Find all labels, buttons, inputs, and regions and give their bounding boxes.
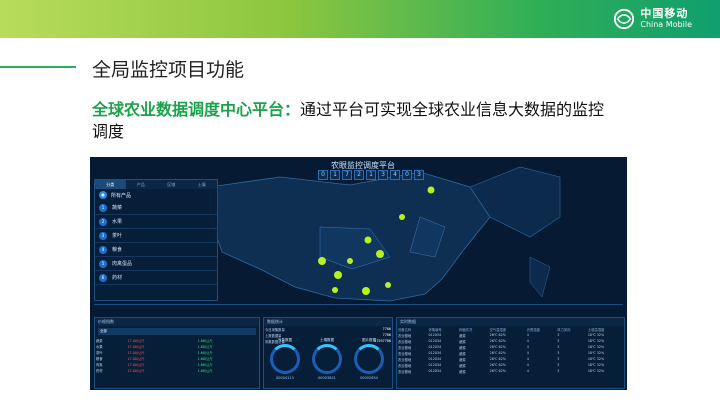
table-row: 药材 17.00/公斤 1.68/公斤 [95,367,259,373]
map-marker[interactable] [376,250,384,258]
counter-digit: 2 [354,170,364,180]
realtime-panel: 实时数据 设备名称 采集编号 种植情况 空气温湿度 光照强度 风力风向 土壤温湿… [396,317,625,389]
map-marker[interactable] [364,236,372,244]
china-mobile-logo: 中国移动 China Mobile [613,6,692,32]
counter-digits: 0 1 7 2 1 3 4 0 3 [318,170,424,180]
price-value: 1.68/公斤 [197,368,213,373]
category-label: 药材 [112,275,123,281]
map-marker[interactable] [318,257,326,265]
title-accent-line [0,66,76,68]
brand-name-en: China Mobile [640,20,692,29]
map-marker[interactable] [347,258,353,264]
category-label: 茶叶 [112,233,123,239]
realtime-table: 设备名称 采集编号 种植情况 空气温湿度 光照强度 风力风向 土壤温湿度 农业基… [397,326,624,374]
price-name: 药材 [96,368,103,373]
category-number: 6 [99,273,107,282]
tab-product[interactable]: 产品 [126,180,157,189]
gauge-dial [312,344,342,374]
map-marker[interactable] [362,287,370,295]
category-panel: 分类 产品 区域 土壤 ● 所有产品 1 蔬菜 2 水果 3 茶叶 4 粮食 5… [94,179,218,301]
page-title: 全局监控项目功能 [92,59,245,81]
counter-digit: 3 [414,170,424,180]
table-cell: 4 [526,369,529,373]
counter-digit: 3 [378,170,388,180]
gauge-value: 00002654 [360,376,378,380]
category-item[interactable]: 3 茶叶 [95,229,217,243]
tab-region[interactable]: 区域 [156,180,187,189]
counter-digit: 1 [330,170,340,180]
category-item[interactable]: 6 药材 [95,271,217,285]
price-table: 蔬菜 17.00/公斤 1.68/公斤 水果 17.00/公斤 1.68/公斤 茶叶 17… [95,337,259,373]
map-marker[interactable] [385,282,391,288]
table-cell: 3 [557,369,560,373]
table-cell: 012034 [428,369,442,373]
category-item[interactable]: 2 水果 [95,215,217,229]
category-item[interactable]: 1 蔬菜 [95,201,217,215]
stats-panel: 数据统计 今日采集数量 7786 上报数据量 7786 采集数据总量 37597786… [263,317,393,389]
gauge-label: 土壤数据 [320,338,334,342]
realtime-title: 实时数据 [397,318,624,326]
table-row: 农业基地 012034 蔬菜 26℃ 62% 4 3 18℃ 32% [397,368,624,374]
category-number: 2 [99,217,107,226]
map-marker[interactable] [427,186,435,194]
all-products-icon: ● [99,191,107,199]
subtitle-highlight: 全球农业数据调度中心平台： [92,100,301,119]
gauge-label: 图片数据 [362,338,376,342]
category-tabs: 分类 产品 区域 土壤 [95,180,217,189]
map-marker[interactable] [332,287,338,293]
table-cell: 26℃ 62% [489,369,506,373]
counter-digit: 0 [318,170,328,180]
gauge-value: 00004113 [276,376,294,380]
brand-name-cn: 中国移动 [640,7,689,20]
top-banner [0,0,720,38]
price-index-panel: 价格指数 全部 蔬菜 17.00/公斤 1.68/公斤 水果 17.00/公斤 1.68… [94,317,260,389]
stats-title: 数据统计 [264,318,392,326]
table-cell: 农业基地 [398,369,412,374]
table-cell: 蔬菜 [459,369,466,374]
counter-digit: 4 [390,170,400,180]
map-marker[interactable] [399,214,405,220]
price-value: 17.00/公斤 [127,368,145,373]
category-number: 4 [99,245,107,254]
category-label: 粮食 [112,247,123,253]
table-cell: 18℃ 32% [587,369,605,373]
category-item[interactable]: 5 肉禽蛋品 [95,257,217,271]
price-filter-select[interactable]: 全部 [98,328,256,335]
category-number: 1 [99,203,107,212]
map-marker[interactable] [334,271,342,279]
gauge-dial [354,344,384,374]
divider [94,304,623,305]
counter-digit: 7 [342,170,352,180]
category-label: 水果 [112,219,123,225]
gauge-value: 00003821 [318,376,336,380]
tab-category[interactable]: 分类 [95,180,126,189]
all-products-label: 所有产品 [111,192,132,199]
gauge-dial [270,344,300,374]
tab-soil[interactable]: 土壤 [187,180,218,189]
price-index-title: 价格指数 [95,318,259,326]
china-mobile-logo-icon [614,8,635,30]
category-label: 蔬菜 [112,205,123,211]
counter-digit: 1 [366,170,376,180]
category-item[interactable]: 4 粮食 [95,243,217,257]
all-products-row[interactable]: ● 所有产品 [95,189,217,201]
gauge-label: 气象数据 [278,338,292,342]
category-number: 3 [99,231,107,240]
counter-digit: 0 [402,170,412,180]
dashboard-screenshot: 农眼监控调度平台 0 1 7 2 1 3 4 0 3 分类 产品 区域 土壤 ●… [90,157,627,390]
category-number: 5 [99,259,107,268]
category-label: 肉禽蛋品 [112,261,133,267]
subtitle: 全球农业数据调度中心平台：通过平台可实现全球农业信息大数据的监控调度 [92,99,612,143]
